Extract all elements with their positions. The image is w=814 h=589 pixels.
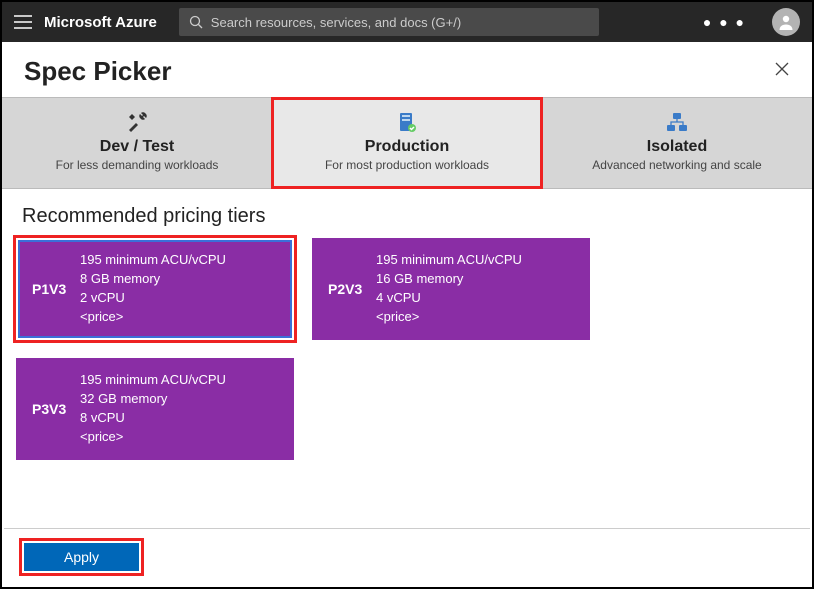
blade-title: Spec Picker xyxy=(24,56,171,87)
tier-card-p1v3[interactable]: P1V3 195 minimum ACU/vCPU 8 GB memory 2 … xyxy=(16,238,294,340)
tier-price: <price> xyxy=(80,428,226,447)
brand-label: Microsoft Azure xyxy=(44,14,157,31)
person-icon xyxy=(777,13,795,31)
pricing-tiers: P1V3 195 minimum ACU/vCPU 8 GB memory 2 … xyxy=(2,238,812,460)
hamburger-menu-icon[interactable] xyxy=(14,15,32,29)
tab-desc: Advanced networking and scale xyxy=(550,158,804,172)
close-icon[interactable] xyxy=(774,61,790,82)
tier-price: <price> xyxy=(376,308,522,327)
tab-isolated[interactable]: Isolated Advanced networking and scale xyxy=(542,98,812,188)
more-menu-icon[interactable]: ● ● ● xyxy=(703,14,746,30)
search-box[interactable] xyxy=(179,8,599,36)
tier-name: P3V3 xyxy=(32,401,80,417)
search-icon xyxy=(189,15,203,29)
tier-card-p3v3[interactable]: P3V3 195 minimum ACU/vCPU 32 GB memory 8… xyxy=(16,358,294,460)
workload-tabs: Dev / Test For less demanding workloads … xyxy=(2,97,812,189)
server-icon xyxy=(280,110,534,134)
apply-highlight: Apply xyxy=(20,539,143,575)
tab-title: Dev / Test xyxy=(10,138,264,156)
tier-name: P2V3 xyxy=(328,281,376,297)
tier-vcpu: 4 vCPU xyxy=(376,289,522,308)
content-scroll[interactable]: Dev / Test For less demanding workloads … xyxy=(2,97,812,585)
tier-vcpu: 2 vCPU xyxy=(80,289,226,308)
tier-memory: 8 GB memory xyxy=(80,270,226,289)
blade-footer: Apply xyxy=(4,528,810,585)
tier-memory: 16 GB memory xyxy=(376,270,522,289)
tier-acu: 195 minimum ACU/vCPU xyxy=(80,251,226,270)
tab-title: Isolated xyxy=(550,138,804,156)
tier-specs: 195 minimum ACU/vCPU 8 GB memory 2 vCPU … xyxy=(80,251,226,326)
user-avatar[interactable] xyxy=(772,8,800,36)
tier-acu: 195 minimum ACU/vCPU xyxy=(376,251,522,270)
apply-button[interactable]: Apply xyxy=(24,543,139,571)
tier-specs: 195 minimum ACU/vCPU 32 GB memory 8 vCPU… xyxy=(80,371,226,446)
azure-topbar: Microsoft Azure ● ● ● xyxy=(2,2,812,42)
tab-title: Production xyxy=(280,138,534,156)
tier-vcpu: 8 vCPU xyxy=(80,409,226,428)
tier-price: <price> xyxy=(80,308,226,327)
tools-icon xyxy=(10,110,264,134)
tier-specs: 195 minimum ACU/vCPU 16 GB memory 4 vCPU… xyxy=(376,251,522,326)
tab-production[interactable]: Production For most production workloads xyxy=(272,98,542,188)
tab-desc: For most production workloads xyxy=(280,158,534,172)
tier-card-p2v3[interactable]: P2V3 195 minimum ACU/vCPU 16 GB memory 4… xyxy=(312,238,590,340)
tier-name: P1V3 xyxy=(32,281,80,297)
network-icon xyxy=(550,110,804,134)
tier-acu: 195 minimum ACU/vCPU xyxy=(80,371,226,390)
recommended-section-title: Recommended pricing tiers xyxy=(2,189,812,238)
blade-header: Spec Picker xyxy=(2,42,812,97)
tier-memory: 32 GB memory xyxy=(80,390,226,409)
search-input[interactable] xyxy=(211,15,589,30)
tab-dev-test[interactable]: Dev / Test For less demanding workloads xyxy=(2,98,272,188)
tab-desc: For less demanding workloads xyxy=(10,158,264,172)
